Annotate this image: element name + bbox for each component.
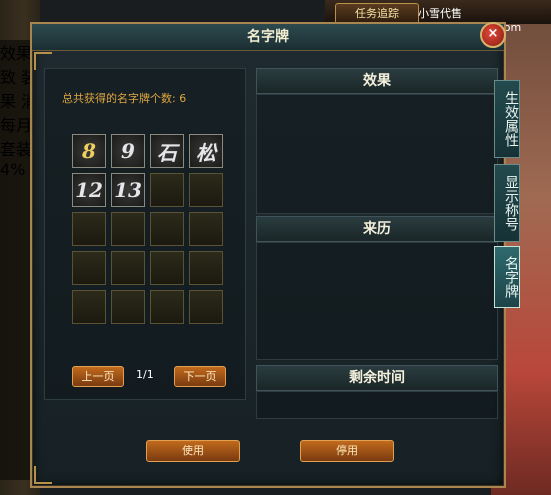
- card-slot[interactable]: 13: [111, 173, 145, 207]
- tab-display-title[interactable]: 显示称号: [494, 164, 520, 242]
- empty-card-slot[interactable]: [150, 212, 184, 246]
- empty-card-slot[interactable]: [72, 251, 106, 285]
- task-tracking-button[interactable]: 任务追踪: [335, 3, 419, 24]
- remaining-time-header: 剩余时间: [256, 365, 498, 391]
- name-card-window: 名字牌 × 总共获得的名字牌个数: 6 8 9 石 松 12 13 上一页 1/…: [30, 22, 506, 488]
- card-slot[interactable]: 12: [72, 173, 106, 207]
- title-bar[interactable]: 名字牌: [32, 24, 504, 51]
- origin-header: 来历: [256, 216, 498, 242]
- empty-card-slot[interactable]: [189, 290, 223, 324]
- card-glyph: 12: [75, 178, 103, 202]
- empty-card-slot[interactable]: [111, 212, 145, 246]
- effect-content: [256, 94, 498, 214]
- tab-effective-attributes[interactable]: 生效属性: [494, 80, 520, 158]
- card-glyph: 8: [82, 139, 96, 163]
- page-indicator: 1/1: [136, 368, 154, 381]
- card-glyph: 9: [121, 139, 135, 163]
- origin-content: [256, 242, 498, 360]
- stop-button[interactable]: 停用: [300, 440, 394, 462]
- prev-page-button[interactable]: 上一页: [72, 366, 124, 387]
- window-title: 名字牌: [247, 29, 289, 45]
- card-slot[interactable]: 8: [72, 134, 106, 168]
- empty-card-slot[interactable]: [111, 290, 145, 324]
- empty-card-slot[interactable]: [189, 212, 223, 246]
- effect-header: 效果: [256, 68, 498, 94]
- tab-name-card[interactable]: 名字牌: [494, 246, 520, 308]
- use-button[interactable]: 使用: [146, 440, 240, 462]
- empty-card-slot[interactable]: [150, 290, 184, 324]
- bg-text: 4%: [0, 160, 26, 179]
- empty-card-slot[interactable]: [150, 251, 184, 285]
- card-glyph: 松: [196, 140, 216, 165]
- empty-card-slot[interactable]: [150, 173, 184, 207]
- card-slot[interactable]: 松: [189, 134, 223, 168]
- remaining-time-content: [256, 391, 498, 419]
- empty-card-slot[interactable]: [72, 212, 106, 246]
- card-slot[interactable]: 石: [150, 134, 184, 168]
- next-page-button[interactable]: 下一页: [174, 366, 226, 387]
- empty-card-slot[interactable]: [189, 251, 223, 285]
- card-count-label: 总共获得的名字牌个数: 6: [62, 92, 187, 105]
- card-glyph: 石: [157, 140, 177, 165]
- empty-card-slot[interactable]: [189, 173, 223, 207]
- empty-card-slot[interactable]: [111, 251, 145, 285]
- close-button[interactable]: ×: [480, 22, 506, 48]
- empty-card-slot[interactable]: [72, 290, 106, 324]
- corner-ornament: [34, 466, 52, 484]
- card-slot[interactable]: 9: [111, 134, 145, 168]
- bg-text: 致: [0, 68, 17, 87]
- card-glyph: 13: [114, 178, 142, 202]
- bg-text: 套装: [0, 140, 33, 159]
